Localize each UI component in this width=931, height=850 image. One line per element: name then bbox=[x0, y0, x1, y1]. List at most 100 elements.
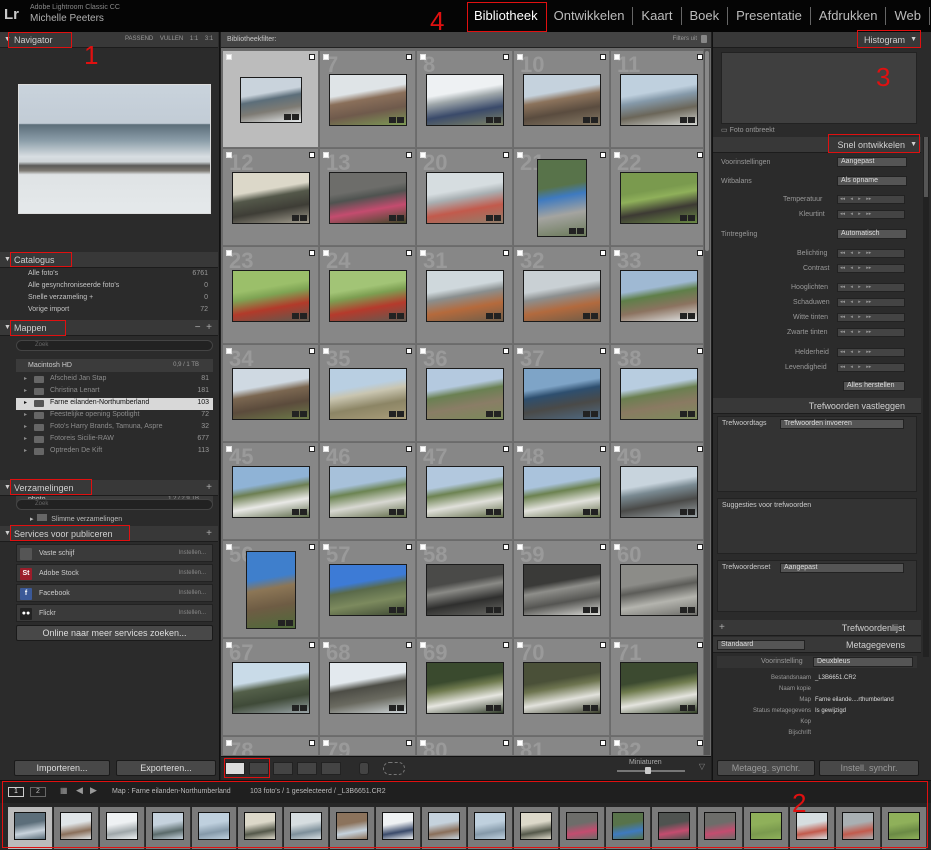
clarity-stepper[interactable]: ◂◂ ◂ ▸ ▸▸ bbox=[837, 348, 905, 357]
flag-checkbox[interactable] bbox=[226, 348, 232, 354]
grid-cell[interactable]: 81 bbox=[514, 737, 610, 755]
photo-thumbnail[interactable] bbox=[620, 465, 698, 518]
add-service-icon[interactable]: + bbox=[206, 528, 212, 539]
grid-cell[interactable]: 60 bbox=[611, 541, 703, 638]
flag-checkbox[interactable] bbox=[614, 642, 620, 648]
auto-tone-button[interactable]: Automatisch bbox=[837, 229, 907, 239]
badge-icon[interactable] bbox=[486, 704, 493, 711]
photo-thumbnail[interactable] bbox=[523, 661, 601, 714]
grid-cell[interactable]: 22 bbox=[611, 149, 703, 246]
metadata-view-select[interactable]: Standaard bbox=[717, 640, 805, 650]
quick-collection-marker[interactable] bbox=[697, 544, 703, 550]
grid-cell[interactable]: 71 bbox=[611, 639, 703, 736]
grid-cell[interactable]: 23 bbox=[223, 247, 319, 344]
photo-thumbnail[interactable] bbox=[620, 73, 698, 126]
badge-icon[interactable] bbox=[680, 116, 687, 123]
badge-icon[interactable] bbox=[486, 508, 493, 515]
badge-icon[interactable] bbox=[591, 312, 598, 319]
badge-icon[interactable] bbox=[284, 113, 291, 120]
quick-collection-marker[interactable] bbox=[503, 348, 509, 354]
publish-service-facebook[interactable]: f Facebook Instellen... bbox=[16, 584, 213, 602]
photo-thumbnail[interactable] bbox=[426, 367, 504, 420]
grid-cell[interactable]: 24 bbox=[320, 247, 416, 344]
expand-arrow-icon[interactable]: ▸ bbox=[24, 399, 27, 406]
grid-cell[interactable]: 11 bbox=[611, 51, 703, 148]
badge-icon[interactable] bbox=[389, 214, 396, 221]
grid-cell[interactable]: 48 bbox=[514, 443, 610, 540]
metadata-value[interactable]: _L3B6651.CR2 bbox=[815, 675, 856, 681]
grid-cell[interactable]: 20 bbox=[417, 149, 513, 246]
grid-cell[interactable]: 10 bbox=[514, 51, 610, 148]
quick-collection-marker[interactable] bbox=[406, 544, 412, 550]
flag-checkbox[interactable] bbox=[323, 544, 329, 550]
photo-thumbnail[interactable] bbox=[232, 171, 310, 224]
thumbnail-size-slider[interactable] bbox=[617, 767, 685, 774]
flag-checkbox[interactable] bbox=[226, 54, 232, 60]
sync-settings-button[interactable]: Instell. synchr. bbox=[819, 760, 919, 776]
badge-icon[interactable] bbox=[680, 214, 687, 221]
slider-handle[interactable] bbox=[645, 767, 651, 774]
badge-icon[interactable] bbox=[397, 116, 404, 123]
flag-checkbox[interactable] bbox=[323, 446, 329, 452]
folder-search-input[interactable]: Zoek bbox=[16, 340, 213, 351]
flag-checkbox[interactable] bbox=[226, 642, 232, 648]
flag-checkbox[interactable] bbox=[323, 250, 329, 256]
badge-icon[interactable] bbox=[688, 214, 695, 221]
quick-collection-marker[interactable] bbox=[309, 740, 315, 746]
flag-checkbox[interactable] bbox=[323, 740, 329, 746]
badge-icon[interactable] bbox=[688, 508, 695, 515]
module-boek[interactable]: Boek bbox=[682, 7, 729, 25]
grid-cell[interactable]: 13 bbox=[320, 149, 416, 246]
grid-cell[interactable]: 8 bbox=[417, 51, 513, 148]
folder-item[interactable]: ▸ Fotoreis Sicilie-RAW 677 bbox=[16, 434, 213, 446]
badge-icon[interactable] bbox=[688, 116, 695, 123]
smart-collections-item[interactable]: ▸ Slimme verzamelingen bbox=[30, 514, 122, 523]
photo-thumbnail[interactable] bbox=[620, 171, 698, 224]
badge-icon[interactable] bbox=[494, 116, 501, 123]
lock-icon[interactable] bbox=[701, 35, 707, 43]
quick-collection-marker[interactable] bbox=[406, 642, 412, 648]
photo-thumbnail[interactable] bbox=[246, 550, 296, 629]
add-keyword-icon[interactable]: + bbox=[719, 622, 725, 633]
badge-icon[interactable] bbox=[688, 410, 695, 417]
grid-cell[interactable]: 35 bbox=[320, 345, 416, 442]
folder-item[interactable]: ▸ Farne eilanden-Northumberland 103 bbox=[16, 398, 213, 410]
quick-collection-marker[interactable] bbox=[600, 348, 606, 354]
collection-search-input[interactable]: Zoek bbox=[16, 499, 213, 510]
quick-collection-marker[interactable] bbox=[309, 250, 315, 256]
flag-checkbox[interactable] bbox=[420, 152, 426, 158]
flag-checkbox[interactable] bbox=[517, 642, 523, 648]
sync-metadata-button[interactable]: Metageg. synchr. bbox=[717, 760, 815, 776]
keyword-list-header[interactable]: + Trefwoordenlijst bbox=[713, 620, 921, 636]
grid-cell[interactable]: 32 bbox=[514, 247, 610, 344]
service-setup-link[interactable]: Instellen... bbox=[179, 590, 206, 596]
grid-cell[interactable] bbox=[223, 51, 319, 148]
badge-icon[interactable] bbox=[583, 410, 590, 417]
flag-checkbox[interactable] bbox=[614, 544, 620, 550]
catalog-item[interactable]: Snelle verzameling + 0 bbox=[28, 294, 210, 305]
grid-cell[interactable]: 37 bbox=[514, 345, 610, 442]
photo-thumbnail[interactable] bbox=[329, 661, 407, 714]
photo-thumbnail[interactable] bbox=[232, 269, 310, 322]
quick-collection-marker[interactable] bbox=[309, 642, 315, 648]
module-presentatie[interactable]: Presentatie bbox=[728, 7, 811, 25]
service-setup-link[interactable]: Instellen... bbox=[179, 610, 206, 616]
grid-cell[interactable]: 21 bbox=[514, 149, 610, 246]
flag-checkbox[interactable] bbox=[517, 250, 523, 256]
photo-thumbnail[interactable] bbox=[620, 563, 698, 616]
quick-collection-marker[interactable] bbox=[406, 348, 412, 354]
volume-row[interactable]: Macintosh HD 0,9 / 1 TB bbox=[16, 359, 213, 372]
quick-collection-marker[interactable] bbox=[503, 54, 509, 60]
badge-icon[interactable] bbox=[688, 606, 695, 613]
flag-checkbox[interactable] bbox=[420, 642, 426, 648]
grid-cell[interactable]: 12 bbox=[223, 149, 319, 246]
quick-collection-marker[interactable] bbox=[503, 152, 509, 158]
folder-item[interactable]: ▸ Optreden De Kift 113 bbox=[16, 446, 213, 458]
badge-icon[interactable] bbox=[397, 704, 404, 711]
grid-cell[interactable]: 38 bbox=[611, 345, 703, 442]
quick-collection-marker[interactable] bbox=[600, 446, 606, 452]
exposure-stepper[interactable]: ◂◂ ◂ ▸ ▸▸ bbox=[837, 249, 905, 258]
rotate-icon[interactable] bbox=[383, 762, 405, 775]
photo-thumbnail[interactable] bbox=[537, 158, 587, 237]
folder-item[interactable]: ▸ Feestelijke opening Spotlight 72 bbox=[16, 410, 213, 422]
